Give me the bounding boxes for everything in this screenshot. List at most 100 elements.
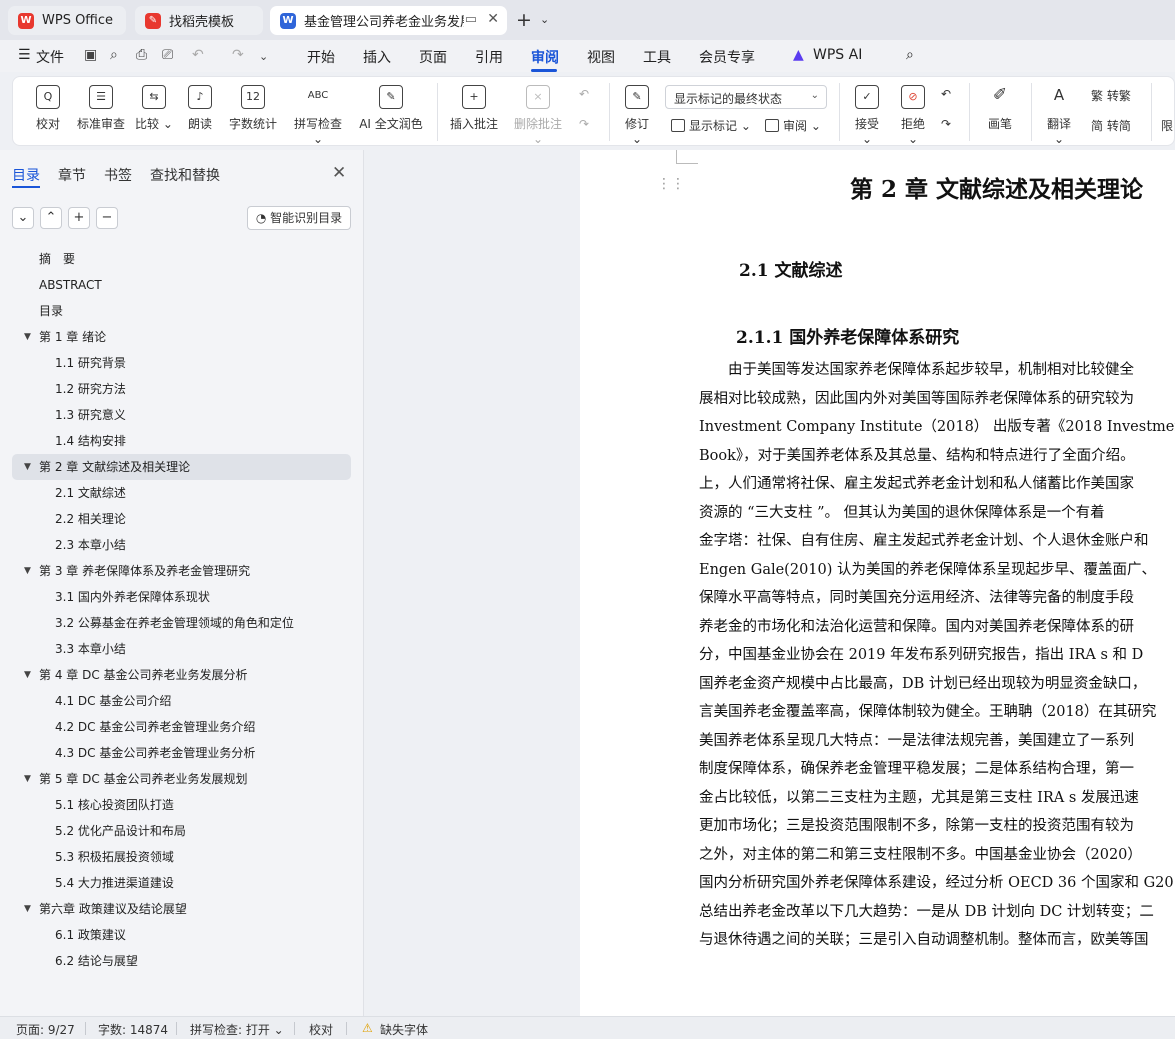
- previous-change-icon[interactable]: ↶: [941, 87, 951, 101]
- reject-button[interactable]: ⊘ 拒绝 ⌄: [895, 85, 931, 146]
- word-count[interactable]: 字数: 14874: [98, 1021, 168, 1038]
- subsection-title[interactable]: 2.1.1 国外养老保障体系研究: [736, 323, 959, 348]
- menu-view[interactable]: 视图: [587, 47, 615, 67]
- undo-icon[interactable]: ↶: [192, 47, 204, 63]
- toc-item[interactable]: 4.2 DC 基金公司养老金管理业务介绍: [0, 714, 364, 740]
- spell-check-status[interactable]: 拼写检查: 打开 ⌄: [190, 1021, 284, 1038]
- compare-button[interactable]: ⇆ 比较 ⌄: [135, 85, 173, 132]
- toc-item[interactable]: 目录: [0, 298, 364, 324]
- track-changes-button[interactable]: ✎ 修订 ⌄: [619, 85, 655, 146]
- proofread-status[interactable]: 校对: [309, 1021, 333, 1038]
- menu-review[interactable]: 审阅: [531, 47, 559, 67]
- drag-handle-icon[interactable]: ⋮⋮: [657, 176, 685, 192]
- toc-item[interactable]: 摘 要: [0, 246, 364, 272]
- restrict-editing-button[interactable]: 限: [1161, 117, 1173, 134]
- toc-item[interactable]: 4.3 DC 基金公司养老金管理业务分析: [0, 740, 364, 766]
- menu-file[interactable]: 文件: [36, 47, 64, 67]
- missing-font-status[interactable]: 缺失字体: [380, 1021, 428, 1038]
- toc-item[interactable]: 1.1 研究背景: [0, 350, 364, 376]
- save-icon[interactable]: ▣: [84, 47, 97, 63]
- show-markup-button[interactable]: 显示标记 ⌄: [671, 117, 751, 134]
- output-icon[interactable]: ⌕: [110, 47, 118, 63]
- chevron-down-icon[interactable]: ⌄: [540, 13, 549, 26]
- delete-comment-button[interactable]: × 删除批注 ⌄: [509, 85, 567, 146]
- quick-access-more-icon[interactable]: ⌄: [259, 50, 268, 63]
- add-heading-button[interactable]: +: [68, 207, 90, 229]
- expand-arrow-icon[interactable]: ▼: [24, 324, 31, 350]
- pen-button[interactable]: ✐ 画笔: [985, 85, 1015, 132]
- redo-icon[interactable]: ↷: [232, 47, 244, 63]
- body-paragraph[interactable]: 由于美国等发达国家养老保障体系起步较早，机制相对比较健全 展相对比较成熟，因此国内…: [699, 356, 1175, 955]
- tab-bookmarks[interactable]: 书签: [104, 165, 132, 185]
- word-count-button[interactable]: 12 字数统计: [227, 85, 279, 132]
- tab-document[interactable]: W 基金管理公司养老金业务发展 ▭ ✕: [270, 6, 507, 35]
- previous-comment-icon[interactable]: ↶: [579, 87, 589, 101]
- spell-check-button[interactable]: ABC 拼写检查 ⌄: [289, 85, 347, 146]
- toc-item[interactable]: ▼ 第 5 章 DC 基金公司养老业务发展规划: [0, 766, 364, 792]
- page-indicator[interactable]: 页面: 9/27: [16, 1021, 75, 1038]
- accept-button[interactable]: ✓ 接受 ⌄: [849, 85, 885, 146]
- print-preview-icon[interactable]: ⎚: [162, 47, 173, 63]
- toc-item[interactable]: 2.3 本章小结: [0, 532, 364, 558]
- translate-button[interactable]: A 翻译 ⌄: [1041, 85, 1077, 146]
- toc-item[interactable]: ▼ 第 1 章 绪论: [0, 324, 364, 350]
- menu-insert[interactable]: 插入: [363, 47, 391, 67]
- toc-item[interactable]: ▼ 第六章 政策建议及结论展望: [0, 896, 364, 922]
- print-icon[interactable]: ⎙: [136, 47, 147, 63]
- toc-item[interactable]: 1.2 研究方法: [0, 376, 364, 402]
- toc-item[interactable]: ▼ 第 3 章 养老保障体系及养老金管理研究: [0, 558, 364, 584]
- toc-item[interactable]: ▼ 第 4 章 DC 基金公司养老业务发展分析: [0, 662, 364, 688]
- menu-page[interactable]: 页面: [419, 47, 447, 67]
- remove-heading-button[interactable]: −: [96, 207, 118, 229]
- expand-arrow-icon[interactable]: ▼: [24, 766, 31, 792]
- menu-wps-ai[interactable]: WPS AI: [813, 47, 862, 63]
- tab-find-replace[interactable]: 查找和替换: [150, 165, 220, 185]
- expand-arrow-icon[interactable]: ▼: [24, 662, 31, 688]
- toc-item[interactable]: 3.1 国内外养老保障体系现状: [0, 584, 364, 610]
- insert-comment-button[interactable]: + 插入批注: [449, 85, 499, 132]
- hamburger-icon[interactable]: ☰: [18, 47, 31, 63]
- proofread-button[interactable]: Q 校对: [35, 85, 61, 132]
- next-change-icon[interactable]: ↷: [941, 117, 951, 131]
- toc-item[interactable]: 1.3 研究意义: [0, 402, 364, 428]
- toc-item[interactable]: 3.3 本章小结: [0, 636, 364, 662]
- tab-wps-office[interactable]: W WPS Office: [8, 6, 126, 35]
- toc-item[interactable]: 6.2 结论与展望: [0, 948, 364, 974]
- search-icon[interactable]: ⌕: [906, 47, 914, 63]
- read-aloud-button[interactable]: ♪ 朗读: [187, 85, 213, 132]
- toc-item[interactable]: 6.1 政策建议: [0, 922, 364, 948]
- to-simplified-button[interactable]: 简 转简: [1091, 117, 1131, 134]
- toc-item[interactable]: ▼ 第 2 章 文献综述及相关理论: [12, 454, 351, 480]
- menu-home[interactable]: 开始: [307, 47, 335, 67]
- section-title[interactable]: 2.1 文献综述: [739, 256, 843, 281]
- smart-toc-button[interactable]: ◔ 智能识别目录: [247, 206, 351, 230]
- toc-item[interactable]: 4.1 DC 基金公司介绍: [0, 688, 364, 714]
- expand-arrow-icon[interactable]: ▼: [24, 454, 31, 480]
- tab-sections[interactable]: 章节: [58, 165, 86, 185]
- close-pane-icon[interactable]: ✕: [332, 163, 346, 183]
- to-traditional-button[interactable]: 繁 转繁: [1091, 87, 1131, 104]
- toc-item[interactable]: 3.2 公募基金在养老金管理领域的角色和定位: [0, 610, 364, 636]
- collapse-all-button[interactable]: ⌃: [40, 207, 62, 229]
- close-tab-icon[interactable]: ✕: [487, 11, 499, 27]
- toc-item[interactable]: 5.3 积极拓展投资领域: [0, 844, 364, 870]
- menu-tools[interactable]: 工具: [643, 47, 671, 67]
- toc-item[interactable]: 1.4 结构安排: [0, 428, 364, 454]
- toc-item[interactable]: 2.1 文献综述: [0, 480, 364, 506]
- ai-polish-button[interactable]: ✎ AI 全文润色: [357, 85, 425, 132]
- tab-docer-templates[interactable]: ✎ 找稻壳模板: [135, 6, 263, 35]
- chapter-title[interactable]: 第 2 章 文献综述及相关理论: [850, 170, 1143, 204]
- review-pane-button[interactable]: 审阅 ⌄: [765, 117, 821, 134]
- toc-item[interactable]: 5.1 核心投资团队打造: [0, 792, 364, 818]
- toc-item[interactable]: 2.2 相关理论: [0, 506, 364, 532]
- screen-icon[interactable]: ▭: [465, 12, 477, 27]
- tab-toc[interactable]: 目录: [12, 165, 40, 185]
- toc-item[interactable]: 5.4 大力推进渠道建设: [0, 870, 364, 896]
- toc-item[interactable]: 5.2 优化产品设计和布局: [0, 818, 364, 844]
- new-tab-icon[interactable]: +: [516, 9, 532, 31]
- menu-member[interactable]: 会员专享: [699, 47, 755, 67]
- expand-arrow-icon[interactable]: ▼: [24, 558, 31, 584]
- markup-display-select[interactable]: 显示标记的最终状态 ⌄: [665, 85, 827, 109]
- expand-arrow-icon[interactable]: ▼: [24, 896, 31, 922]
- expand-all-button[interactable]: ⌄: [12, 207, 34, 229]
